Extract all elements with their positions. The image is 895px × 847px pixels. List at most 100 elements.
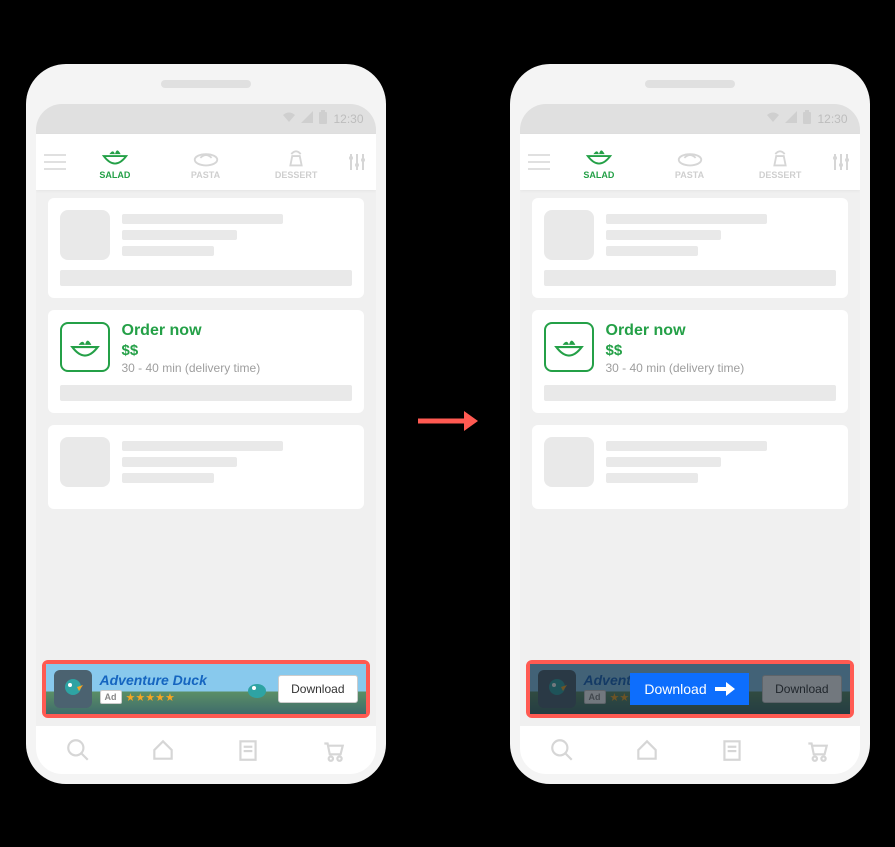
content-scroll[interactable]: Order now $$ 30 - 40 min (delivery time)	[520, 190, 860, 660]
cellular-icon	[785, 111, 797, 126]
featured-price: $$	[122, 342, 352, 359]
dessert-icon	[281, 144, 311, 168]
phone-speaker	[645, 80, 735, 88]
featured-thumbnail	[60, 322, 110, 372]
category-tab-bar: SALAD PASTA DESSERT	[36, 134, 376, 190]
ad-rating-stars: ★★★★★	[126, 688, 175, 706]
placeholder-line	[544, 385, 836, 401]
home-icon[interactable]	[634, 737, 660, 763]
ad-app-title: Adventure Duck	[100, 672, 237, 688]
pasta-icon	[675, 144, 705, 168]
phone-mockup-before: 12:30 SALAD PASTA DESSERT	[26, 64, 386, 784]
ad-overlay-label: Download	[644, 681, 706, 697]
ad-banner[interactable]: Adventure Duck Ad ★★★★★ Download	[46, 664, 366, 714]
tab-salad[interactable]: SALAD	[74, 144, 157, 180]
cart-icon[interactable]	[804, 737, 830, 763]
list-item[interactable]	[48, 425, 364, 509]
tab-salad-label: SALAD	[583, 170, 614, 180]
ad-highlight-box: Adventure Duck Ad ★★★★★ Download	[42, 660, 370, 718]
diagram-stage: 12:30 SALAD PASTA DESSERT	[26, 64, 870, 784]
placeholder-line	[122, 473, 214, 483]
list-item[interactable]	[532, 198, 848, 298]
placeholder-line	[122, 246, 214, 256]
placeholder-line	[122, 214, 283, 224]
ad-decorative-bird-icon	[244, 677, 270, 701]
featured-title: Order now	[122, 322, 352, 340]
status-time: 12:30	[817, 112, 847, 126]
tab-pasta[interactable]: PASTA	[648, 144, 731, 180]
tab-dessert[interactable]: DESSERT	[739, 144, 822, 180]
filter-sliders-icon[interactable]	[830, 151, 852, 173]
tab-dessert-label: DESSERT	[759, 170, 802, 180]
placeholder-line	[60, 270, 352, 286]
ad-app-icon	[54, 670, 92, 708]
cellular-icon	[301, 111, 313, 126]
tab-pasta[interactable]: PASTA	[164, 144, 247, 180]
featured-card[interactable]: Order now $$ 30 - 40 min (delivery time)	[48, 310, 364, 413]
arrow-right-icon	[715, 682, 735, 696]
ad-overlay: Download	[530, 664, 850, 714]
tab-pasta-label: PASTA	[191, 170, 220, 180]
phone-screen: 12:30 SALAD PASTA DESSERT	[36, 104, 376, 774]
placeholder-line	[122, 441, 283, 451]
ad-banner[interactable]: Adventure Duck Ad ★★★★★ Download Downloa…	[530, 664, 850, 714]
orders-icon[interactable]	[719, 737, 745, 763]
cart-icon[interactable]	[320, 737, 346, 763]
hamburger-menu-icon[interactable]	[528, 154, 550, 170]
featured-subtitle: 30 - 40 min (delivery time)	[122, 361, 352, 375]
featured-thumbnail	[544, 322, 594, 372]
placeholder-line	[122, 457, 237, 467]
tab-dessert-label: DESSERT	[275, 170, 318, 180]
pasta-icon	[191, 144, 221, 168]
featured-card[interactable]: Order now $$ 30 - 40 min (delivery time)	[532, 310, 848, 413]
phone-screen: 12:30 SALAD PASTA DESSERT	[520, 104, 860, 774]
list-item[interactable]	[532, 425, 848, 509]
ad-highlight-box: Adventure Duck Ad ★★★★★ Download Downloa…	[526, 660, 854, 718]
placeholder-line	[606, 457, 721, 467]
item-thumbnail	[544, 210, 594, 260]
tab-salad[interactable]: SALAD	[558, 144, 641, 180]
ad-overlay-download-button[interactable]: Download	[630, 673, 748, 705]
item-thumbnail	[544, 437, 594, 487]
phone-speaker	[161, 80, 251, 88]
bottom-nav	[36, 726, 376, 774]
featured-price: $$	[606, 342, 836, 359]
placeholder-line	[122, 230, 237, 240]
battery-icon	[802, 110, 812, 127]
status-time: 12:30	[333, 112, 363, 126]
phone-mockup-after: 12:30 SALAD PASTA DESSERT	[510, 64, 870, 784]
duck-icon	[59, 675, 87, 703]
placeholder-line	[606, 246, 698, 256]
search-icon[interactable]	[65, 737, 91, 763]
salad-bowl-icon	[552, 333, 586, 361]
category-tab-bar: SALAD PASTA DESSERT	[520, 134, 860, 190]
ad-download-button[interactable]: Download	[278, 675, 357, 703]
tab-dessert[interactable]: DESSERT	[255, 144, 338, 180]
hamburger-menu-icon[interactable]	[44, 154, 66, 170]
search-icon[interactable]	[549, 737, 575, 763]
featured-subtitle: 30 - 40 min (delivery time)	[606, 361, 836, 375]
status-bar: 12:30	[520, 104, 860, 134]
salad-icon	[100, 144, 130, 168]
tab-pasta-label: PASTA	[675, 170, 704, 180]
placeholder-line	[544, 270, 836, 286]
salad-icon	[584, 144, 614, 168]
content-scroll[interactable]: Order now $$ 30 - 40 min (delivery time)	[36, 190, 376, 660]
home-icon[interactable]	[150, 737, 176, 763]
placeholder-line	[606, 214, 767, 224]
filter-sliders-icon[interactable]	[346, 151, 368, 173]
featured-title: Order now	[606, 322, 836, 340]
salad-bowl-icon	[68, 333, 102, 361]
orders-icon[interactable]	[235, 737, 261, 763]
status-bar: 12:30	[36, 104, 376, 134]
list-item[interactable]	[48, 198, 364, 298]
placeholder-line	[60, 385, 352, 401]
placeholder-line	[606, 473, 698, 483]
placeholder-line	[606, 230, 721, 240]
wifi-icon	[282, 111, 296, 126]
ad-badge: Ad	[100, 690, 122, 704]
battery-icon	[318, 110, 328, 127]
tab-salad-label: SALAD	[99, 170, 130, 180]
transition-arrow-icon	[416, 409, 480, 438]
item-thumbnail	[60, 437, 110, 487]
